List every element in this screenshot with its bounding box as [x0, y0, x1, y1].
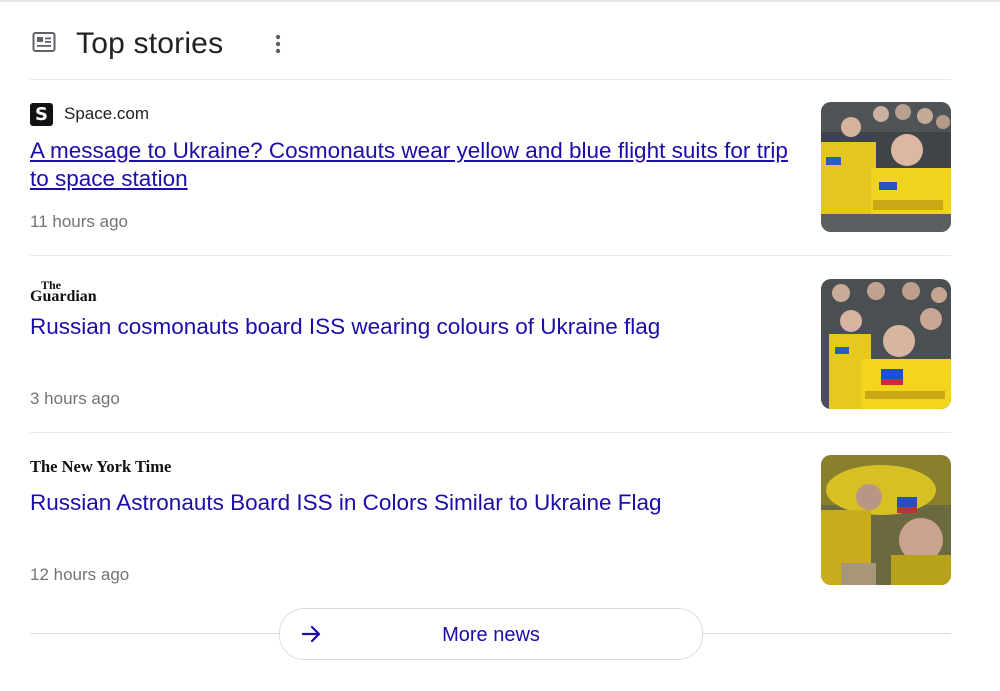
story-card[interactable]: The New York Times Russian Astronauts Bo… — [30, 455, 951, 595]
more-news-label: More news — [442, 624, 540, 646]
story-time: 3 hours ago — [30, 389, 120, 408]
nyt-logo: The New York Times — [30, 457, 172, 476]
story-headline-link[interactable]: A message to Ukraine? Cosmonauts wear ye… — [30, 137, 790, 193]
story-thumbnail[interactable] — [821, 279, 951, 409]
top-divider — [0, 0, 1000, 2]
story-thumbnail[interactable] — [821, 455, 951, 585]
story-headline-link[interactable]: Russian cosmonauts board ISS wearing col… — [30, 313, 790, 341]
more-news-button[interactable]: More news — [279, 608, 703, 660]
story-card[interactable]: The Guardian Russian cosmonauts board IS… — [30, 278, 951, 419]
story-headline-link[interactable]: Russian Astronauts Board ISS in Colors S… — [30, 489, 790, 517]
guardian-logo: The Guardian — [30, 278, 97, 304]
story-thumbnail[interactable] — [821, 102, 951, 232]
divider — [701, 633, 951, 634]
story-time: 11 hours ago — [30, 212, 128, 231]
divider — [30, 255, 951, 256]
story-source: The New York Times — [30, 455, 172, 479]
divider — [30, 79, 951, 80]
divider — [30, 633, 279, 634]
divider — [30, 432, 951, 433]
svg-text:The New York Times: The New York Times — [30, 457, 172, 476]
story-time: 12 hours ago — [30, 565, 130, 584]
more-vert-icon[interactable] — [268, 32, 288, 56]
source-name: Space.com — [64, 104, 150, 123]
svg-text:Guardian: Guardian — [30, 288, 97, 304]
section-title: Top stories — [76, 27, 224, 60]
newspaper-icon — [32, 32, 56, 52]
story-source: The Guardian — [30, 278, 104, 304]
story-card[interactable]: S Space.com A message to Ukraine? Cosmon… — [30, 102, 951, 242]
source-logo: S — [30, 102, 53, 126]
top-stories-header: Top stories — [30, 24, 951, 64]
story-source: S Space.com — [30, 102, 149, 126]
